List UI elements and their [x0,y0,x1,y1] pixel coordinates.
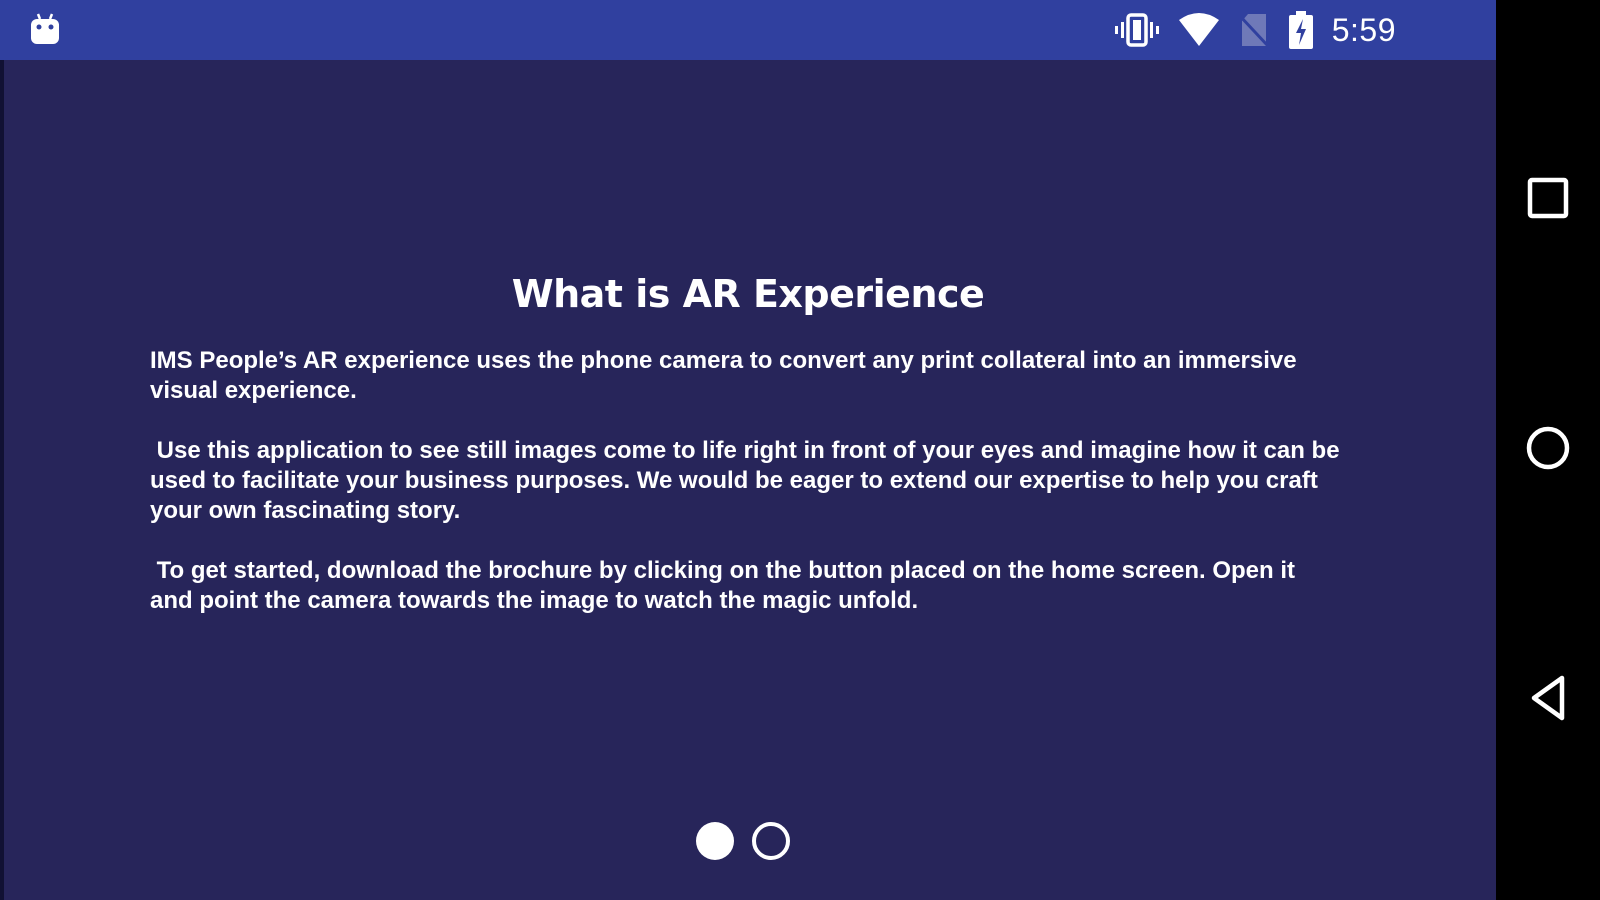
status-bar: 5:59 [0,0,1496,60]
recents-button[interactable] [1521,173,1575,227]
page-indicator [696,822,790,860]
recents-icon [1526,176,1570,225]
back-icon [1526,674,1570,727]
home-icon [1524,424,1572,477]
home-button[interactable] [1521,423,1575,477]
android-notification-icon [28,12,62,46]
battery-charging-icon [1288,10,1314,50]
page-title: What is AR Experience [511,272,985,316]
vibrate-icon [1114,12,1160,48]
status-icons: 5:59 [1114,0,1396,60]
wifi-icon [1178,12,1220,48]
description-paragraph: To get started, download the brochure by… [150,557,1302,614]
status-time: 5:59 [1331,11,1396,48]
no-sim-icon [1238,12,1270,48]
description-paragraph: IMS People’s AR experience uses the phon… [150,347,1304,404]
page-dot-active[interactable] [696,822,734,860]
page-dot-inactive[interactable] [752,822,790,860]
back-button[interactable] [1521,673,1575,727]
description-text: IMS People’s AR experience uses the phon… [150,346,1340,646]
description-paragraph: Use this application to see still images… [150,437,1340,524]
